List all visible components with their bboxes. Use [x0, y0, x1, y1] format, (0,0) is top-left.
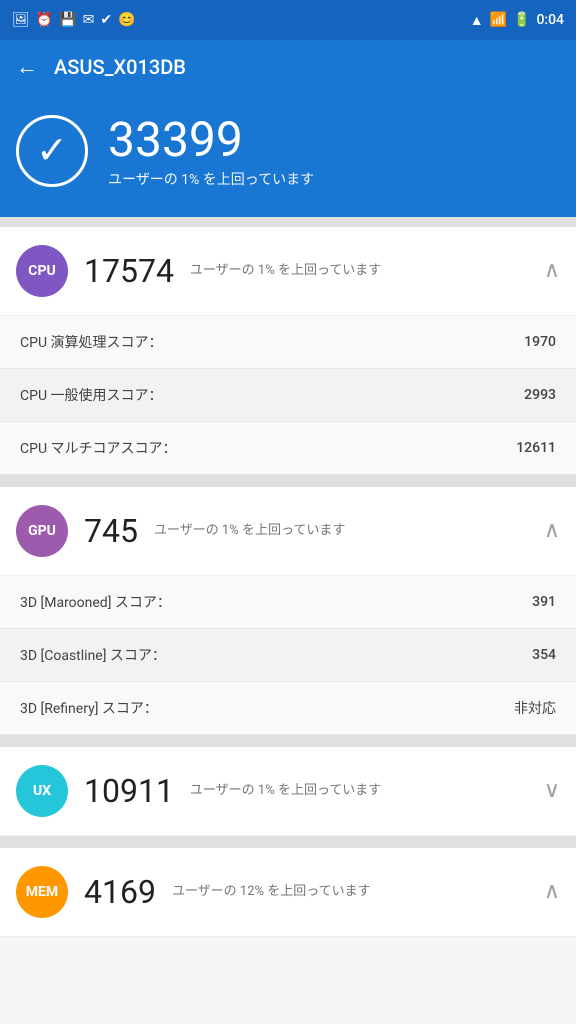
gpu-detail-row-0: 3D [Marooned] スコア： 391: [0, 576, 576, 629]
status-time: 0:04: [536, 12, 564, 28]
photo-icon: 🖼: [12, 12, 30, 28]
gpu-detail-label-2: 3D [Refinery] スコア：: [20, 698, 158, 718]
gpu-description: ユーザーの 1% を上回っています: [154, 522, 528, 540]
mem-score: 4169: [84, 873, 156, 911]
cpu-detail-value-0: 1970: [524, 334, 556, 350]
section-gap-1: [0, 475, 576, 487]
cpu-badge: CPU: [16, 245, 68, 297]
mem-badge: MEM: [16, 866, 68, 918]
gpu-chevron[interactable]: ∧: [544, 518, 560, 543]
cpu-detail-value-2: 12611: [516, 440, 556, 456]
gpu-badge-label: GPU: [28, 523, 56, 539]
gpu-detail-label-0: 3D [Marooned] スコア：: [20, 592, 171, 612]
cpu-detail-label-2: CPU マルチコアスコア：: [20, 438, 177, 458]
gpu-detail-label-1: 3D [Coastline] スコア：: [20, 645, 166, 665]
gpu-detail-row-1: 3D [Coastline] スコア： 354: [0, 629, 576, 682]
gpu-score: 745: [84, 512, 138, 550]
check-icon: ✔: [100, 12, 112, 28]
clock-icon: ⏰: [36, 12, 53, 28]
ux-badge: UX: [16, 765, 68, 817]
section-gap-2: [0, 735, 576, 747]
mem-benchmark-row[interactable]: MEM 4169 ユーザーの 12% を上回っています ∧: [0, 848, 576, 937]
section-divider-top: [0, 217, 576, 227]
gpu-benchmark-row[interactable]: GPU 745 ユーザーの 1% を上回っています ∧: [0, 487, 576, 576]
status-icons-right: ▲ 📶 🔋 0:04: [470, 12, 564, 29]
sd-icon: 💾: [59, 12, 76, 28]
status-icons-left: 🖼 ⏰ 💾 ✉ ✔ 😊: [12, 12, 136, 28]
cpu-details: CPU 演算処理スコア： 1970 CPU 一般使用スコア： 2993 CPU …: [0, 316, 576, 475]
wifi-icon: ▲: [470, 12, 484, 29]
status-bar: 🖼 ⏰ 💾 ✉ ✔ 😊 ▲ 📶 🔋 0:04: [0, 0, 576, 40]
back-button[interactable]: ←: [16, 54, 38, 80]
score-info: 33399 ユーザーの 1% を上回っています: [108, 114, 314, 189]
gpu-detail-value-2: 非対応: [514, 698, 556, 718]
page-title: ASUS_X013DB: [54, 55, 186, 79]
total-score-description: ユーザーの 1% を上回っています: [108, 169, 314, 189]
score-check-circle: ✓: [16, 115, 88, 187]
app-header: ← ASUS_X013DB: [0, 40, 576, 94]
cpu-detail-label-0: CPU 演算処理スコア：: [20, 332, 163, 352]
cpu-detail-row-0: CPU 演算処理スコア： 1970: [0, 316, 576, 369]
total-score-section: ✓ 33399 ユーザーの 1% を上回っています: [0, 94, 576, 217]
cpu-detail-row-1: CPU 一般使用スコア： 2993: [0, 369, 576, 422]
ux-score: 10911: [84, 772, 174, 810]
ux-chevron[interactable]: ∨: [544, 778, 560, 803]
checkmark-icon: ✓: [36, 132, 68, 170]
cpu-detail-label-1: CPU 一般使用スコア：: [20, 385, 163, 405]
ux-benchmark-row[interactable]: UX 10911 ユーザーの 1% を上回っています ∨: [0, 747, 576, 836]
gpu-detail-row-2: 3D [Refinery] スコア： 非対応: [0, 682, 576, 735]
gpu-details: 3D [Marooned] スコア： 391 3D [Coastline] スコ…: [0, 576, 576, 735]
ux-badge-label: UX: [33, 783, 51, 799]
battery-icon: 🔋: [513, 12, 530, 28]
mem-badge-label: MEM: [26, 884, 58, 900]
cpu-description: ユーザーの 1% を上回っています: [190, 262, 528, 280]
email-icon: ✉: [83, 12, 95, 28]
mem-chevron[interactable]: ∧: [544, 879, 560, 904]
gpu-badge: GPU: [16, 505, 68, 557]
total-score-value: 33399: [108, 114, 314, 167]
cpu-benchmark-row[interactable]: CPU 17574 ユーザーの 1% を上回っています ∧: [0, 227, 576, 316]
gpu-detail-value-1: 354: [532, 647, 556, 663]
ux-description: ユーザーの 1% を上回っています: [190, 782, 528, 800]
signal-icon: 📶: [490, 12, 507, 28]
gpu-detail-value-0: 391: [532, 594, 556, 610]
cpu-score: 17574: [84, 252, 174, 290]
section-gap-3: [0, 836, 576, 848]
cpu-badge-label: CPU: [28, 263, 55, 279]
cpu-chevron[interactable]: ∧: [544, 258, 560, 283]
mem-description: ユーザーの 12% を上回っています: [172, 883, 528, 901]
cpu-detail-value-1: 2993: [524, 387, 556, 403]
face-icon: 😊: [118, 12, 135, 28]
cpu-detail-row-2: CPU マルチコアスコア： 12611: [0, 422, 576, 475]
